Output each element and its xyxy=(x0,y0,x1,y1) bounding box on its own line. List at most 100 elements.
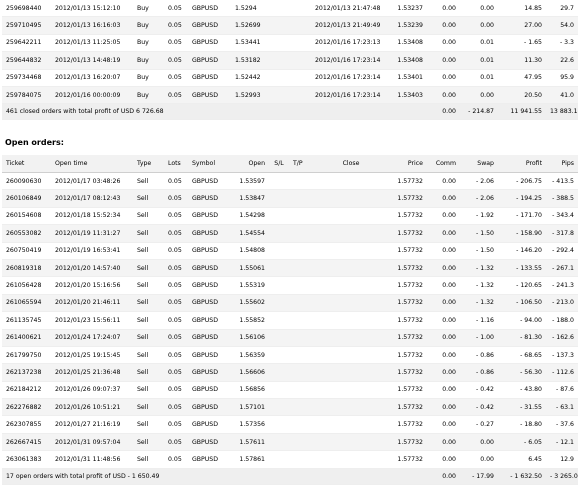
table-row[interactable]: 261799750 2012/01/25 19:15:45 Sell 0.05 GBPU… xyxy=(2,346,578,365)
comm-cell: 0.00 xyxy=(427,69,460,87)
close-cell xyxy=(311,189,391,208)
close-cell xyxy=(311,242,391,260)
swap-cell: 0.00 xyxy=(460,86,498,105)
profit-cell: - 146.20 xyxy=(498,242,546,260)
table-row[interactable]: 260553082 2012/01/19 11:31:27 Sell 0.05 GBPU… xyxy=(2,224,578,243)
swap-cell: - 1.50 xyxy=(460,242,498,260)
type-cell: Sell xyxy=(133,311,164,330)
ticket-cell: 259734468 xyxy=(2,69,51,87)
col-header-lots[interactable]: Lots xyxy=(164,155,188,173)
open-summary-text: 17 open orders with total profit of USD … xyxy=(2,468,427,485)
ticket-cell: 259698440 xyxy=(2,0,51,18)
tp-cell xyxy=(289,311,311,330)
table-row[interactable]: 262137238 2012/01/25 21:36:48 Sell 0.05 GBPU… xyxy=(2,363,578,382)
table-row[interactable]: 261065594 2012/01/20 21:46:11 Sell 0.05 GBPU… xyxy=(2,294,578,313)
pips-cell: - 3.3 xyxy=(546,34,578,53)
close-time-cell: 2012/01/16 17:23:14 xyxy=(311,86,391,105)
lots-cell: 0.05 xyxy=(164,433,188,452)
table-row[interactable]: 260750419 2012/01/19 16:53:41 Sell 0.05 GBPU… xyxy=(2,242,578,260)
symbol-cell: GBPUSD xyxy=(188,381,231,400)
lots-cell: 0.05 xyxy=(164,69,188,87)
col-header-sl[interactable]: S/L xyxy=(269,155,289,173)
open-time-cell: 2012/01/20 15:16:56 xyxy=(51,276,133,295)
table-row[interactable]: 260819318 2012/01/20 14:57:40 Sell 0.05 GBPU… xyxy=(2,259,578,278)
col-header-symbol[interactable]: Symbol xyxy=(188,155,231,173)
table-row[interactable]: 259642211 2012/01/13 11:25:05 Buy 0.05 GBPUS… xyxy=(2,34,578,53)
table-row[interactable]: 263061383 2012/01/31 11:48:56 Sell 0.05 GBPU… xyxy=(2,450,578,469)
comm-cell: 0.00 xyxy=(427,34,460,53)
table-row[interactable]: 261400621 2012/01/24 17:24:07 Sell 0.05 GBPU… xyxy=(2,329,578,347)
table-row[interactable]: 262276882 2012/01/26 10:51:21 Sell 0.05 GBPU… xyxy=(2,398,578,417)
col-header-price[interactable]: Price xyxy=(391,155,427,173)
pips-cell: - 137.3 xyxy=(546,346,578,365)
col-header-swap[interactable]: Swap xyxy=(460,155,498,173)
col-header-close[interactable]: Close xyxy=(311,155,391,173)
price-cell: 1.57732 xyxy=(391,363,427,382)
comm-cell: 0.00 xyxy=(427,207,460,226)
swap-cell: 0.01 xyxy=(460,34,498,53)
col-header-comm[interactable]: Comm xyxy=(427,155,460,173)
open-time-cell: 2012/01/13 16:16:03 xyxy=(51,16,133,35)
col-header-pips[interactable]: Pips xyxy=(546,155,578,173)
open-price-cell: 1.57356 xyxy=(231,415,269,434)
profit-cell: 47.95 xyxy=(498,69,546,87)
col-header-tp[interactable]: T/P xyxy=(289,155,311,173)
table-row[interactable]: 260106849 2012/01/17 08:12:43 Sell 0.05 GBPU… xyxy=(2,189,578,208)
symbol-cell: GBPUSD xyxy=(188,363,231,382)
lots-cell: 0.05 xyxy=(164,311,188,330)
open-time-cell: 2012/01/23 15:56:11 xyxy=(51,311,133,330)
profit-cell: - 18.80 xyxy=(498,415,546,434)
price-cell: 1.57732 xyxy=(391,242,427,260)
table-row[interactable]: 259698440 2012/01/13 15:12:10 Buy 0.05 GBPUS… xyxy=(2,0,578,18)
open-price-cell: 1.53182 xyxy=(231,51,269,70)
close-cell xyxy=(311,363,391,382)
table-row[interactable]: 262184212 2012/01/26 09:07:37 Sell 0.05 GBPU… xyxy=(2,381,578,400)
table-row[interactable]: 260154608 2012/01/18 15:52:34 Sell 0.05 GBPU… xyxy=(2,207,578,226)
open-time-cell: 2012/01/25 19:15:45 xyxy=(51,346,133,365)
table-row[interactable]: 262307855 2012/01/27 21:16:19 Sell 0.05 GBPU… xyxy=(2,415,578,434)
close-time-cell: 2012/01/16 17:23:14 xyxy=(311,51,391,70)
table-row[interactable]: 259710495 2012/01/13 16:16:03 Buy 0.05 GBPUS… xyxy=(2,16,578,35)
table-row[interactable]: 259644832 2012/01/13 14:48:19 Buy 0.05 GBPUS… xyxy=(2,51,578,70)
col-header-open-time[interactable]: Open time xyxy=(51,155,133,173)
ticket-cell: 260090630 xyxy=(2,172,51,191)
sl-cell xyxy=(269,69,289,87)
comm-cell: 0.00 xyxy=(427,311,460,330)
profit-cell: 11.30 xyxy=(498,51,546,70)
table-row[interactable]: 259784075 2012/01/16 00:00:09 Buy 0.05 GBPUS… xyxy=(2,86,578,105)
type-cell: Buy xyxy=(133,69,164,87)
comm-cell: 0.00 xyxy=(427,346,460,365)
open-time-cell: 2012/01/31 09:57:04 xyxy=(51,433,133,452)
ticket-cell: 261065594 xyxy=(2,294,51,313)
open-price-cell: 1.52993 xyxy=(231,86,269,105)
comm-cell: 0.00 xyxy=(427,259,460,278)
symbol-cell: GBPUSD xyxy=(188,294,231,313)
table-row[interactable]: 261056428 2012/01/20 15:16:56 Sell 0.05 GBPU… xyxy=(2,276,578,295)
close-cell xyxy=(311,346,391,365)
table-row[interactable]: 262667415 2012/01/31 09:57:04 Sell 0.05 GBPU… xyxy=(2,433,578,452)
col-header-open[interactable]: Open xyxy=(231,155,269,173)
symbol-cell: GBPUSD xyxy=(188,398,231,417)
tp-cell xyxy=(289,276,311,295)
lots-cell: 0.05 xyxy=(164,450,188,469)
col-header-type[interactable]: Type xyxy=(133,155,164,173)
comm-cell: 0.00 xyxy=(427,415,460,434)
tp-cell xyxy=(289,16,311,35)
profit-cell: - 206.75 xyxy=(498,172,546,191)
closed-orders-table: 259698440 2012/01/13 15:12:10 Buy 0.05 GBPUS… xyxy=(2,0,578,121)
open-price-cell: 1.53441 xyxy=(231,34,269,53)
tp-cell xyxy=(289,189,311,208)
col-header-profit[interactable]: Profit xyxy=(498,155,546,173)
table-row[interactable]: 260090630 2012/01/17 03:48:26 Sell 0.05 GBPU… xyxy=(2,172,578,191)
open-price-cell: 1.57611 xyxy=(231,433,269,452)
tp-cell xyxy=(289,34,311,53)
type-cell: Buy xyxy=(133,0,164,18)
swap-cell: 0.00 xyxy=(460,433,498,452)
table-row[interactable]: 259734468 2012/01/13 16:20:07 Buy 0.05 GBPUS… xyxy=(2,69,578,87)
table-row[interactable]: 261135745 2012/01/23 15:56:11 Sell 0.05 GBPU… xyxy=(2,311,578,330)
swap-cell: 0.01 xyxy=(460,51,498,70)
open-price-cell: 1.53847 xyxy=(231,189,269,208)
sl-cell xyxy=(269,311,289,330)
pips-cell: - 112.6 xyxy=(546,363,578,382)
col-header-ticket[interactable]: Ticket xyxy=(2,155,51,173)
